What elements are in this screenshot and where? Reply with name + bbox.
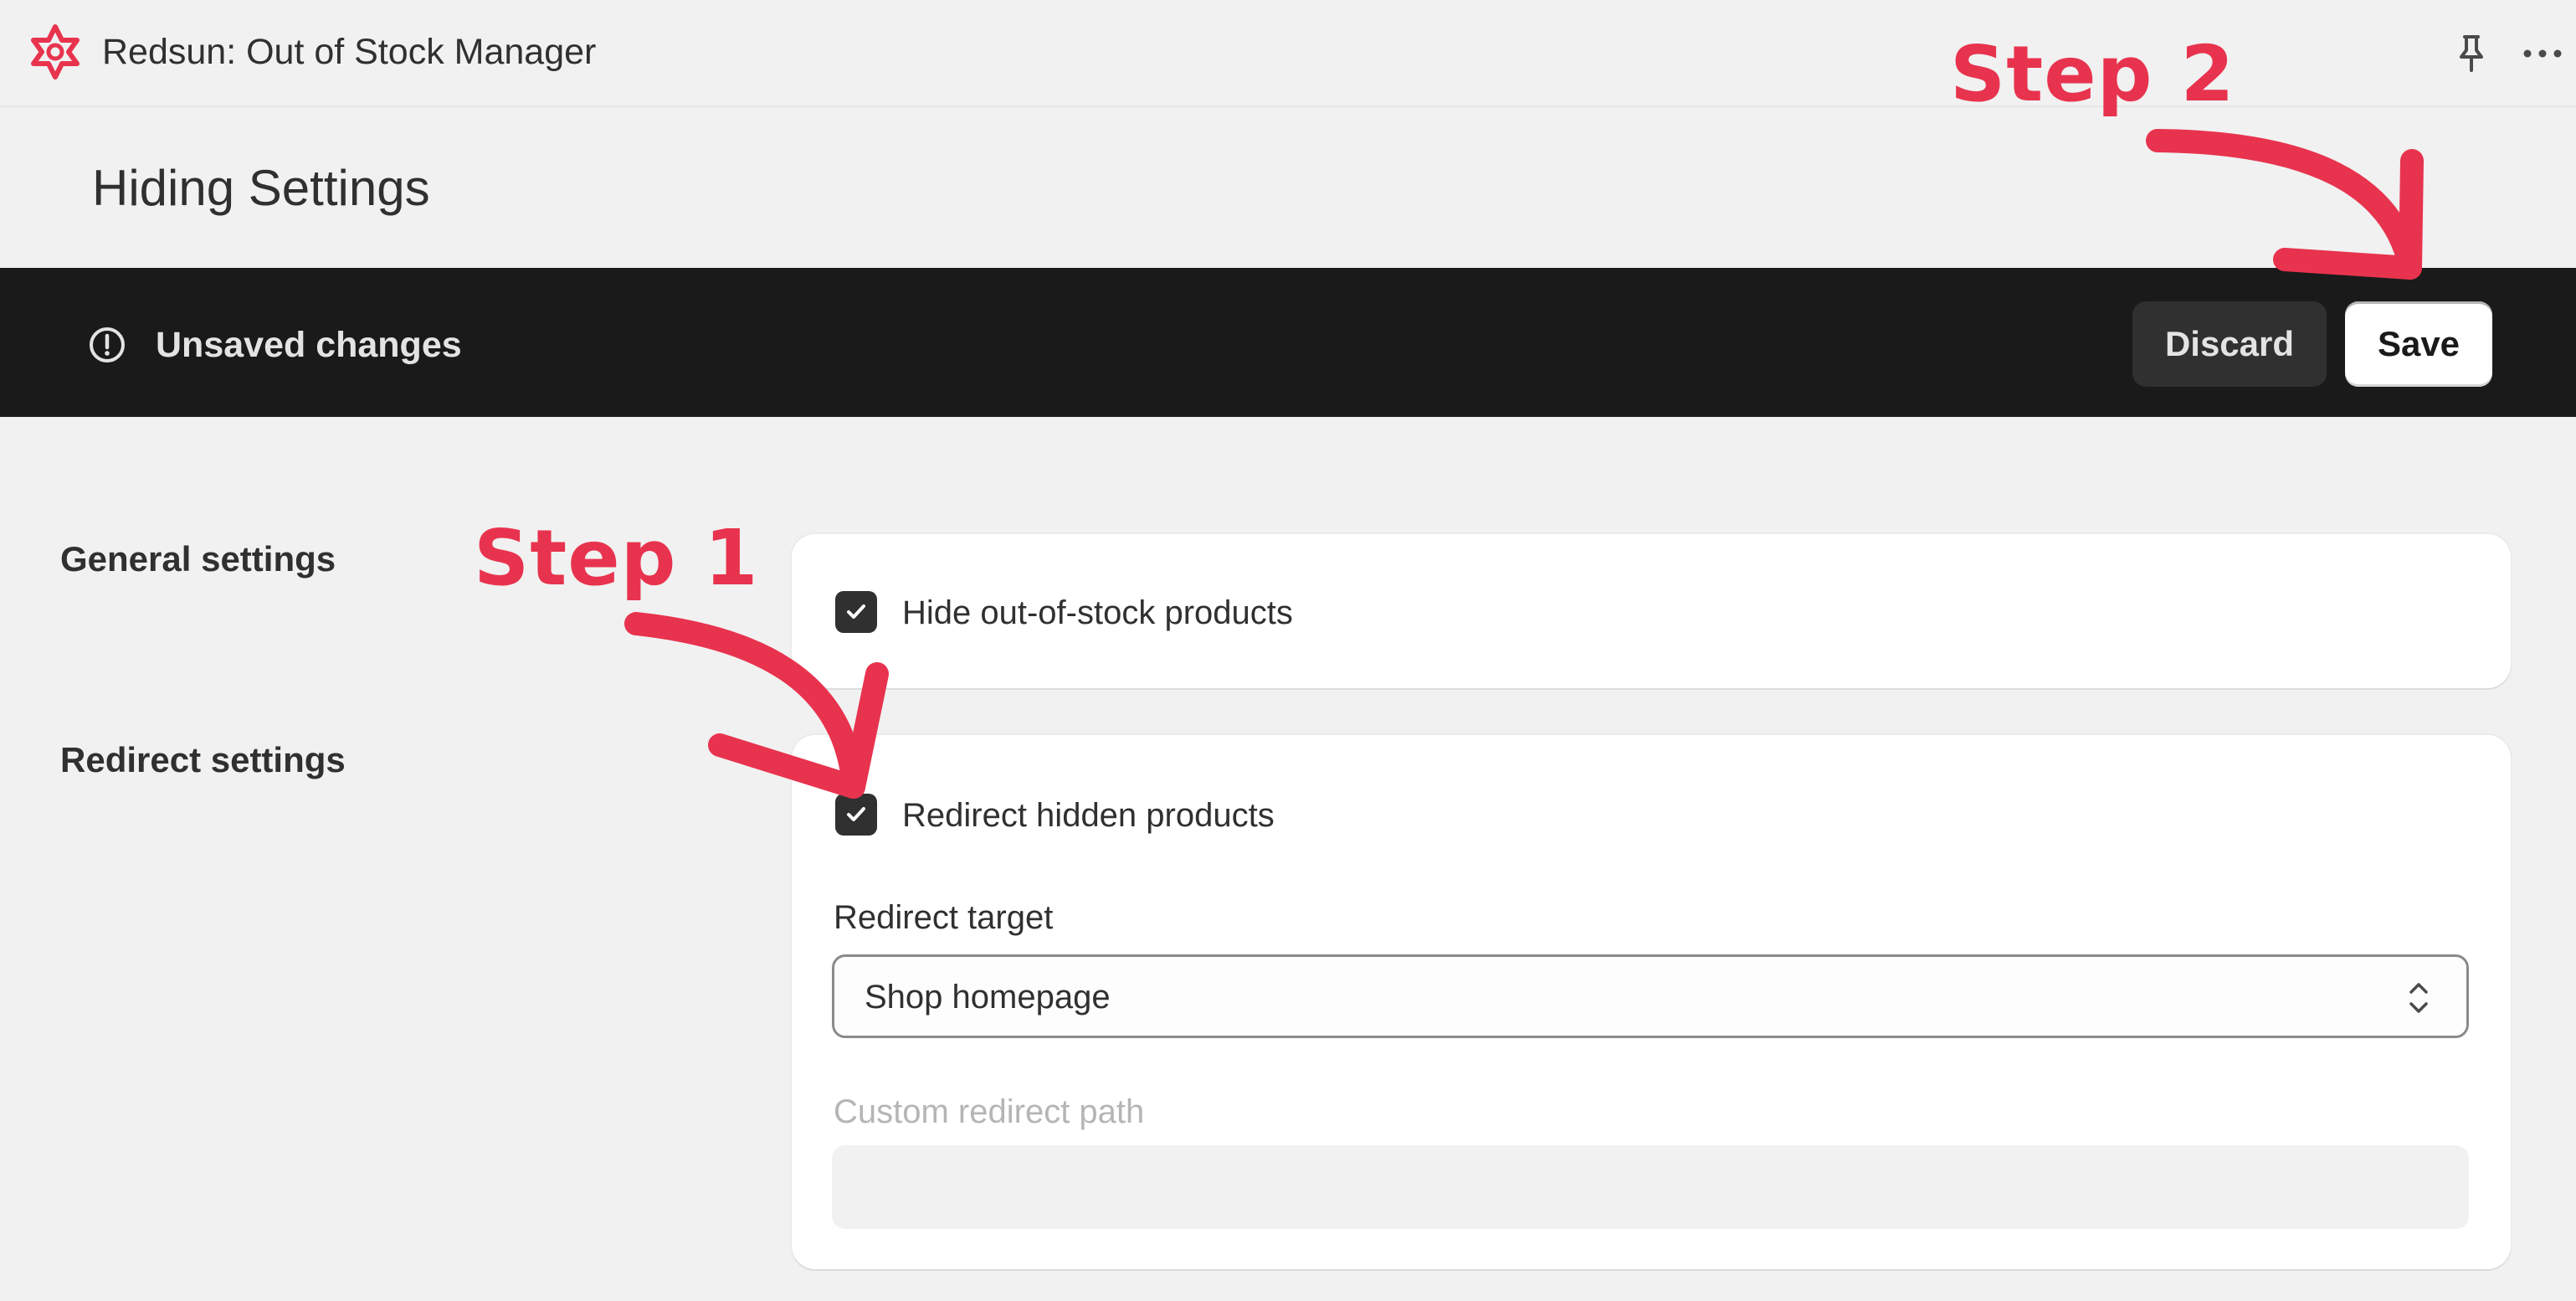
custom-redirect-path-label: Custom redirect path	[834, 1093, 1145, 1130]
redirect-hidden-checkbox[interactable]	[835, 794, 877, 836]
step-2-annotation: Step 2	[1950, 29, 2235, 119]
redirect-hidden-label[interactable]: Redirect hidden products	[902, 792, 1275, 839]
unsaved-changes-message: Unsaved changes	[156, 325, 462, 365]
general-settings-card: Hide out-of-stock products	[792, 534, 2511, 688]
general-settings-heading: General settings	[60, 539, 336, 579]
hide-out-of-stock-checkbox[interactable]	[835, 591, 877, 633]
step-1-annotation: Step 1	[474, 513, 759, 603]
save-button[interactable]: Save	[2345, 301, 2492, 387]
app-title: Redsun: Out of Stock Manager	[102, 32, 597, 72]
discard-button[interactable]: Discard	[2132, 301, 2327, 387]
redirect-target-value: Shop homepage	[865, 979, 1111, 1016]
page-title: Hiding Settings	[92, 160, 430, 216]
redirect-settings-card: Redirect hidden products Redirect target…	[792, 735, 2511, 1269]
page: Redsun: Out of Stock Manager Hiding Sett…	[0, 0, 2576, 1301]
step-2-arrow	[2146, 129, 2424, 280]
checkmark-icon	[847, 807, 865, 821]
chevron-up-down-icon	[2409, 983, 2428, 1013]
checkmark-icon	[847, 604, 865, 619]
pin-icon[interactable]	[2448, 30, 2495, 77]
redirect-target-label: Redirect target	[834, 899, 1054, 936]
redirect-target-select[interactable]: Shop homepage	[832, 954, 2469, 1038]
redirect-settings-heading: Redirect settings	[60, 740, 346, 779]
alert-circle-icon	[90, 327, 125, 363]
more-horizontal-icon[interactable]	[2519, 30, 2566, 77]
custom-redirect-path-input[interactable]	[832, 1145, 2469, 1229]
redsun-star-icon	[31, 24, 80, 80]
hide-out-of-stock-label[interactable]: Hide out-of-stock products	[902, 589, 1293, 636]
